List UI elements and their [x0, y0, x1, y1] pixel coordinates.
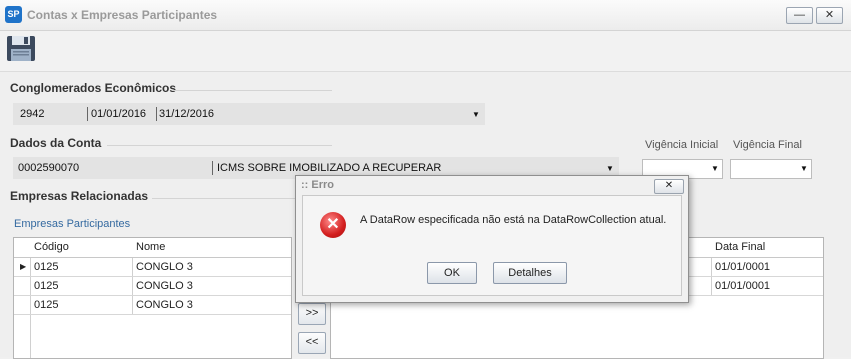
dialog-title: :: Erro	[301, 179, 334, 191]
section-divider	[107, 145, 332, 146]
move-right-button[interactable]: >>	[298, 303, 326, 325]
cell-nome: CONGLO 3	[136, 261, 193, 273]
conta-number: 0002590070	[18, 162, 80, 174]
move-left-button[interactable]: <<	[298, 332, 326, 354]
error-dialog: :: Erro ✕ ✕ A DataRow especificada não e…	[295, 175, 689, 303]
dialog-body: ✕ A DataRow especificada não está na Dat…	[302, 195, 682, 296]
cell-nome: CONGLO 3	[136, 280, 193, 292]
cell-data-final: 01/01/0001	[715, 261, 771, 273]
vigencia-inicial-label: Vigência Inicial	[645, 139, 719, 151]
column-header-data-final[interactable]: Data Final	[711, 238, 765, 257]
details-button[interactable]: Detalhes	[493, 262, 567, 284]
conglomerado-code: 2942	[20, 108, 45, 120]
cell-codigo: 0125	[34, 299, 59, 311]
error-icon: ✕	[320, 212, 346, 238]
table-row[interactable]: ▶ 0125 CONGLO 3	[14, 258, 291, 277]
chevron-down-icon[interactable]: ▼	[800, 164, 808, 173]
vigencia-final-combo[interactable]: ▼	[730, 159, 812, 179]
grid-header: Código Nome	[14, 238, 291, 258]
section-divider	[173, 90, 332, 91]
cell-nome: CONGLO 3	[136, 299, 193, 311]
window-title: Contas x Empresas Participantes	[27, 8, 218, 22]
table-row[interactable]: 0125 CONGLO 3	[14, 277, 291, 296]
section-divider	[152, 198, 302, 199]
row-indicator-icon: ▶	[20, 262, 27, 271]
dados-conta-section-title: Dados da Conta	[10, 136, 102, 150]
conglomerado-combo[interactable]: 2942 01/01/2016 31/12/2016 ▼	[13, 103, 485, 125]
column-header-nome[interactable]: Nome	[132, 238, 165, 257]
ok-button[interactable]: OK	[427, 262, 477, 284]
close-button[interactable]: ✕	[816, 7, 843, 24]
empresas-section-title: Empresas Relacionadas	[10, 189, 149, 203]
cell-codigo: 0125	[34, 280, 59, 292]
chevron-down-icon[interactable]: ▼	[711, 164, 719, 173]
cell-data-final: 01/01/0001	[715, 280, 771, 292]
empresas-participantes-label: Empresas Participantes	[14, 218, 131, 230]
column-header-codigo[interactable]: Código	[30, 238, 69, 257]
dialog-close-button[interactable]: ✕	[654, 179, 684, 194]
floppy-disk-icon	[7, 36, 35, 61]
error-message: A DataRow especificada não está na DataR…	[360, 214, 667, 226]
table-row[interactable]: 0125 CONGLO 3	[14, 296, 291, 315]
conglomerados-section-title: Conglomerados Econômicos	[10, 81, 177, 95]
minimize-button[interactable]: —	[786, 7, 813, 24]
conglomerado-end-date: 31/12/2016	[159, 108, 215, 120]
cell-codigo: 0125	[34, 261, 59, 273]
toolbar	[0, 31, 851, 72]
chevron-down-icon[interactable]: ▼	[472, 105, 480, 125]
empresas-participantes-grid: Código Nome ▶ 0125 CONGLO 3 0125 CONGLO …	[13, 237, 292, 359]
conglomerado-start-date: 01/01/2016	[91, 108, 147, 120]
save-button[interactable]	[6, 33, 36, 63]
vigencia-final-label: Vigência Final	[733, 139, 802, 151]
app-logo-icon: SP	[5, 6, 22, 23]
